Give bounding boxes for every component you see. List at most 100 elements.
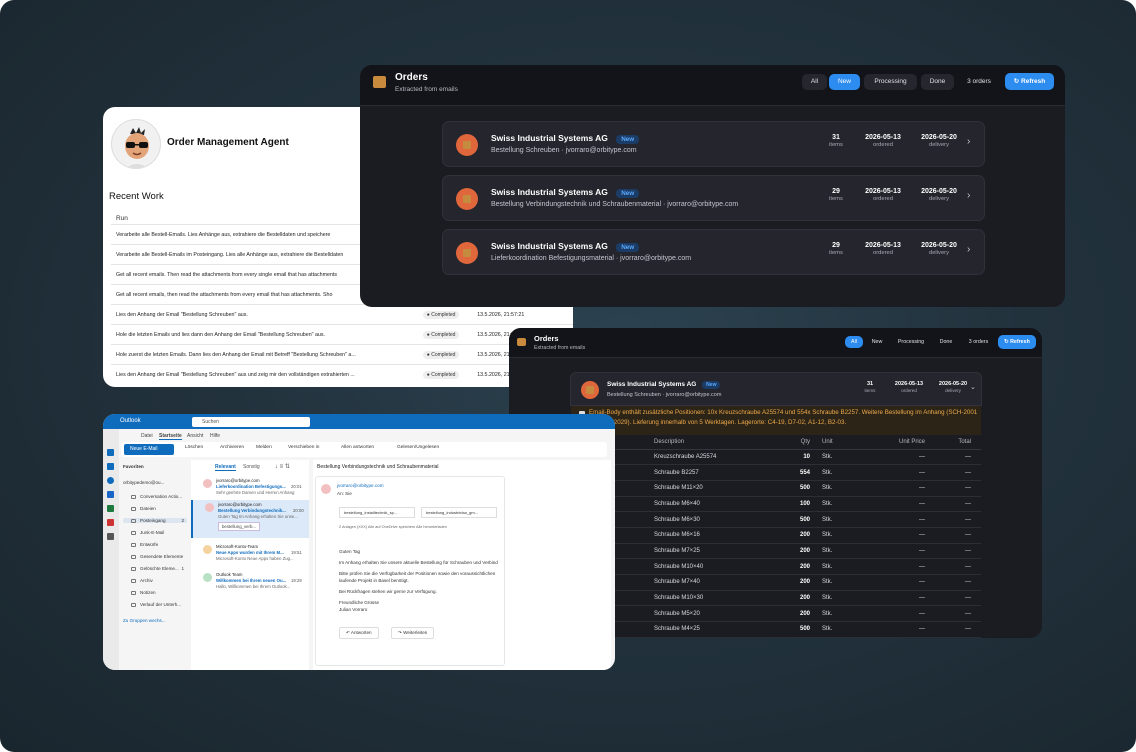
line-price: — <box>884 449 929 466</box>
package-icon <box>517 338 526 346</box>
apps-icon[interactable] <box>107 533 114 540</box>
filter-new[interactable]: New <box>829 74 860 90</box>
folder-item[interactable]: Junk-E-Mail <box>123 530 187 535</box>
tab-ansicht[interactable]: Ansicht <box>187 433 203 439</box>
detail-refresh-button[interactable]: ↻ Refresh <box>998 335 1036 349</box>
status-badge: ● Completed <box>422 370 460 379</box>
report-button[interactable]: Melden <box>256 445 272 450</box>
switch-to-groups-link[interactable]: Zu Gruppen wechs... <box>123 618 187 623</box>
refresh-button[interactable]: ↻ Refresh <box>1005 73 1054 90</box>
folder-item[interactable]: Gelöschte Eleme... 1 <box>123 566 187 571</box>
excel-icon[interactable] <box>107 505 114 512</box>
folder-item[interactable]: Conversation Actio... <box>123 494 187 499</box>
chevron-right-icon[interactable]: › <box>967 136 970 147</box>
run-row[interactable]: Hole die letzten Emails und lies dann de… <box>111 324 573 345</box>
chevron-right-icon[interactable]: › <box>967 244 970 255</box>
people-icon[interactable] <box>107 477 114 484</box>
folder-item[interactable]: Posteingang 2 <box>123 518 187 523</box>
folder-item[interactable]: Notizen <box>123 590 187 595</box>
tab-relevant[interactable]: Relevant <box>215 464 236 471</box>
outlook-search-input[interactable]: Suchen <box>192 417 310 427</box>
order-lines-table: ArticleDescriptionQtyUnitUnit PriceTotal… <box>571 435 981 638</box>
reply-all-button[interactable]: Allen antworten <box>341 445 374 450</box>
order-row[interactable]: Swiss Industrial Systems AG New Bestellun… <box>442 175 985 221</box>
body-line: Im Anhang erhalten Sie unsere aktuelle B… <box>339 560 498 565</box>
line-qty: 554 <box>789 464 814 481</box>
order-line: SCH-2002Schraube M6×40100Stk.—— <box>571 496 981 513</box>
folder-item[interactable]: Gesendete Elemente <box>123 554 187 559</box>
detail-orders-title: Orders <box>534 334 559 343</box>
attachment-1[interactable]: bestellung_installtechnik_sp... <box>339 507 415 518</box>
reply-button[interactable]: ↶ Antworten <box>339 627 379 639</box>
background-stage: Order Management Agent Recent Work Run V… <box>0 0 1136 752</box>
filter-processing[interactable]: Processing <box>864 74 917 90</box>
tab-startseite[interactable]: Startseite <box>159 433 182 440</box>
tab-datei[interactable]: Datei <box>141 433 153 439</box>
line-unit: Stk. <box>814 496 884 513</box>
forward-button[interactable]: ↷ Weiterleiten <box>391 627 435 639</box>
folder-item[interactable]: Entwürfe <box>123 542 187 547</box>
order-row[interactable]: Swiss Industrial Systems AG New Lieferkoo… <box>442 229 985 275</box>
message-time: 20:01 <box>291 484 302 489</box>
move-to-button[interactable]: Verschieben in <box>288 445 319 450</box>
line-total: — <box>929 527 981 544</box>
line-desc: Schraube M10×30 <box>646 590 789 607</box>
run-timestamp: 13.5.2026, 21:57:21 <box>472 304 573 325</box>
run-row[interactable]: Hole zuerst die letzten Emails. Dann lie… <box>111 344 573 365</box>
todo-icon[interactable] <box>107 491 114 498</box>
line-total: — <box>929 464 981 481</box>
line-price: — <box>884 590 929 607</box>
sort-icon[interactable]: ↓ ≡ ⇅ <box>275 463 290 470</box>
run-row[interactable]: Lies den Anhang der Email "Bestellung Sc… <box>111 364 573 385</box>
account-heading[interactable]: orbitypedemo@ou... <box>123 480 187 485</box>
outlook-titlebar <box>103 414 615 429</box>
message-item[interactable]: jvorraro@orbitype.com Bestellung Verbindu… <box>191 500 309 538</box>
line-unit: Stk. <box>814 574 884 591</box>
detail-filter-processing[interactable]: Processing <box>892 336 930 348</box>
order-icon <box>456 242 478 264</box>
favorites-heading[interactable]: Favoriten <box>123 464 187 469</box>
order-line: SCH-2006Schraube M10×40200Stk.—— <box>571 558 981 575</box>
folder-item[interactable]: Verlauf der Unterh... <box>123 602 187 607</box>
mail-icon[interactable] <box>107 449 114 456</box>
line-price: — <box>884 464 929 481</box>
detail-filter-all[interactable]: All <box>845 336 863 348</box>
reading-from[interactable]: jvorraro@orbitype.com <box>337 483 384 488</box>
expanded-order-card[interactable]: Swiss Industrial Systems AG New Bestellu… <box>570 372 982 406</box>
calendar-icon[interactable] <box>107 463 114 470</box>
detail-filter-new[interactable]: New <box>866 336 888 348</box>
message-preview: Sehr geehrte Damen und Herren Anhang <box>216 490 295 495</box>
detail-filter-done[interactable]: Done <box>934 336 958 348</box>
delete-button[interactable]: Löschen <box>185 445 203 450</box>
archive-button[interactable]: Archivieren <box>220 445 244 450</box>
line-unit: Stk. <box>814 605 884 623</box>
line-price: — <box>884 543 929 560</box>
chevron-down-icon[interactable]: ⌄ <box>970 383 976 391</box>
run-status: ● Completed <box>417 344 473 365</box>
new-mail-button[interactable]: Neue E-Mail <box>124 444 174 455</box>
powerpoint-icon[interactable] <box>107 519 114 526</box>
order-row[interactable]: Swiss Industrial Systems AG New Bestellun… <box>442 121 985 167</box>
filter-all[interactable]: All <box>802 74 827 90</box>
reading-subject: Bestellung Verbindungstechnik und Schrau… <box>317 464 439 470</box>
line-qty: 200 <box>789 605 814 623</box>
attachment-chip[interactable]: bestellung_verb... <box>218 522 260 531</box>
read-unread-button[interactable]: Gelesen/Ungelesen <box>397 445 439 450</box>
order-line: SCH-2001Schraube M11×20500Stk.—— <box>571 480 981 497</box>
folder-item[interactable]: Dateien <box>123 506 187 511</box>
line-unit: Stk. <box>814 449 884 466</box>
order-company: Swiss Industrial Systems AG New <box>491 133 640 144</box>
folder-item[interactable]: Archiv <box>123 578 187 583</box>
tab-sonstige[interactable]: Sonstig <box>243 464 260 470</box>
filter-done[interactable]: Done <box>921 74 954 90</box>
chevron-right-icon[interactable]: › <box>967 190 970 201</box>
message-item[interactable]: Microsoft-Konto-Team Neue Apps wurden mit… <box>191 542 309 571</box>
line-total: — <box>929 605 981 623</box>
tab-hilfe[interactable]: Hilfe <box>210 433 220 439</box>
order-items: 31 items <box>829 134 843 149</box>
attachment-actions[interactable]: 2 Anlagen (XXX) Alle auf OneDrive speich… <box>339 525 447 529</box>
order-icon <box>456 134 478 156</box>
attachment-2[interactable]: bestellung_industrielau_gm... <box>421 507 497 518</box>
run-row[interactable]: Lies den Anhang der Email "Bestellung Sc… <box>111 304 573 325</box>
message-item[interactable]: Outlook Team Willkommen bei Ihrem neuen O… <box>191 570 309 599</box>
